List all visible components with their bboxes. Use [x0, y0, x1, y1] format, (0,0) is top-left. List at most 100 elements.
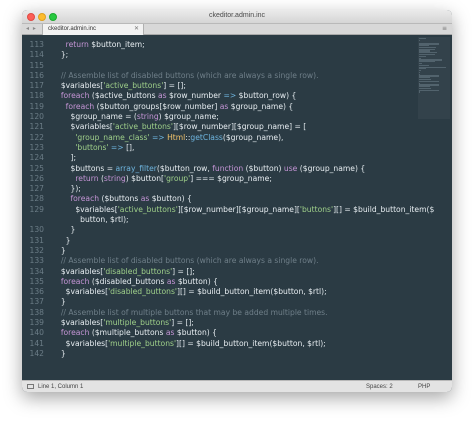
code-line[interactable]: 120 $group_name = (string) $group_name;: [22, 112, 417, 122]
line-number: 118: [29, 91, 45, 101]
code-token: $group_name: [217, 173, 270, 183]
line-number: 137: [29, 297, 45, 307]
code-line[interactable]: 114 };: [22, 50, 417, 60]
code-line[interactable]: 136 $variables['disabled_buttons'][] = $…: [22, 287, 417, 297]
cursor-position[interactable]: Line 1, Column 1: [38, 384, 83, 390]
code-text: $variables['disabled_buttons'][] = $buil…: [56, 287, 327, 297]
code-line[interactable]: 113 return $button_item;: [22, 40, 417, 50]
code-token: =>: [221, 91, 239, 101]
code-token: ) {: [354, 163, 366, 173]
code-token: $row_number: [168, 91, 222, 101]
code-line[interactable]: 133 // Assemble list of disabled buttons…: [22, 256, 417, 266]
code-line[interactable]: 119 foreach ($button_groups[$row_number]…: [22, 102, 417, 112]
code-token: function: [212, 163, 244, 173]
line-number: 129: [29, 204, 45, 214]
code-line[interactable]: 128 foreach ($buttons as $button) {: [22, 194, 417, 204]
code-line[interactable]: 117 $variables['active_buttons'] = [];: [22, 81, 417, 91]
code-text: };: [56, 50, 68, 60]
code-token: $buttons: [70, 163, 105, 173]
tab-menu-icon[interactable]: ≡: [442, 25, 447, 32]
code-line[interactable]: 115: [22, 61, 417, 71]
code-line[interactable]: 116 // Assemble list of disabled buttons…: [22, 71, 417, 81]
code-token: );: [321, 287, 327, 297]
code-token: $group_name: [225, 132, 279, 142]
code-token: $button: [131, 173, 162, 183]
code-line[interactable]: 129 $variables['active_buttons'][$row_nu…: [22, 204, 435, 215]
close-tab-icon[interactable]: ✕: [134, 25, 139, 32]
code-line[interactable]: 135 foreach ($disabled_buttons as $butto…: [22, 277, 417, 287]
code-line[interactable]: 132 }: [22, 246, 417, 256]
code-token: ;: [142, 40, 145, 49]
code-text: foreach ($multiple_buttons as $button) {: [56, 328, 217, 338]
code-line[interactable]: 134 $variables['disabled_buttons'] = [];: [22, 267, 417, 277]
code-token: $rtl: [110, 215, 124, 225]
code-line[interactable]: 142 }: [22, 349, 417, 359]
code-line[interactable]: 137 }: [22, 297, 417, 307]
code-line[interactable]: button, $rtl);: [22, 215, 417, 225]
code-token: $variables: [60, 266, 101, 276]
line-number: 140: [29, 328, 45, 338]
code-line[interactable]: 139 $variables['multiple_buttons'] = [];: [22, 318, 417, 328]
status-bar: Line 1, Column 1 Spaces: 2 PHP: [22, 380, 452, 392]
line-number: 125: [29, 163, 45, 173]
code-token: =>: [108, 142, 127, 152]
code-token: return: [75, 173, 99, 183]
code-token: $button: [151, 194, 182, 204]
code-lines[interactable]: 113 return $button_item; 114 }; 115 116 // …: [22, 40, 435, 359]
code-text: // Assemble list of disabled buttons (wh…: [56, 71, 319, 81]
code-line[interactable]: 125 $buttons = array_filter($button_row,…: [22, 164, 417, 174]
tab-nav-arrows-icon[interactable]: ◂ ▸: [26, 25, 37, 32]
code-line[interactable]: 123 'buttons' => [],: [22, 143, 417, 153]
code-token: $build_button_item: [197, 287, 271, 297]
code-line[interactable]: 118 foreach ($active_buttons as $row_num…: [22, 91, 417, 101]
tab-ckeditor-admin-inc[interactable]: ckeditor.admin.inc ✕: [42, 24, 144, 35]
minimap[interactable]: [419, 38, 449, 118]
code-text: $variables['active_buttons'][$row_number…: [56, 122, 306, 132]
code-token: $variables: [60, 318, 101, 328]
code-text: ];: [56, 153, 76, 163]
code-line[interactable]: 141 $variables['multiple_buttons'][] = $…: [22, 339, 417, 349]
code-token: =: [104, 163, 116, 173]
code-text: 'group_name_class' => Html::getClass($gr…: [56, 133, 283, 143]
code-line[interactable]: 131 }: [22, 236, 417, 246]
line-number: 141: [29, 338, 45, 348]
syntax-selector[interactable]: PHP: [418, 384, 430, 390]
code-token: $active_buttons: [94, 91, 156, 101]
code-token: $button_groups: [99, 101, 160, 111]
line-number: 122: [29, 132, 45, 142]
code-token: }: [56, 235, 71, 245]
code-line[interactable]: 124 ];: [22, 153, 417, 163]
code-text: }: [56, 349, 66, 359]
code-token: 'disabled_buttons': [108, 287, 177, 297]
code-line[interactable]: 140 foreach ($multiple_buttons as $butto…: [22, 328, 417, 338]
panel-toggle-icon[interactable]: [27, 384, 34, 389]
code-token: foreach: [60, 91, 90, 101]
code-line[interactable]: 126 return (string) $button['group'] ===…: [22, 174, 417, 184]
code-token: ] = [];: [171, 318, 194, 328]
code-text: $group_name = (string) $group_name;: [56, 112, 218, 122]
code-token: 'group_name_class': [75, 132, 150, 142]
code-token: ) {: [283, 101, 294, 111]
code-line[interactable]: 122 'group_name_class' => Html::getClass…: [22, 133, 417, 143]
code-line[interactable]: 130 }: [22, 225, 417, 235]
code-text: // Assemble list of disabled buttons (wh…: [56, 256, 319, 266]
indentation-setting[interactable]: Spaces: 2: [366, 384, 393, 390]
code-token: };: [56, 50, 69, 60]
code-token: $group_name: [70, 112, 123, 122]
code-line[interactable]: 121 $variables['active_buttons'][$row_nu…: [22, 122, 417, 132]
title-bar: ckeditor.admin.inc: [22, 10, 452, 24]
code-token: ];: [56, 153, 77, 163]
code-text: foreach ($buttons as $button) {: [56, 194, 191, 204]
code-editor[interactable]: 113 return $button_item; 114 }; 115 116 // …: [22, 35, 452, 380]
code-token: $button: [177, 276, 208, 286]
code-text: }: [56, 246, 66, 256]
code-line[interactable]: 127 });: [22, 184, 417, 194]
code-token: ] = [];: [172, 266, 195, 276]
code-line[interactable]: 138 // Assemble list of multiple buttons…: [22, 308, 417, 318]
